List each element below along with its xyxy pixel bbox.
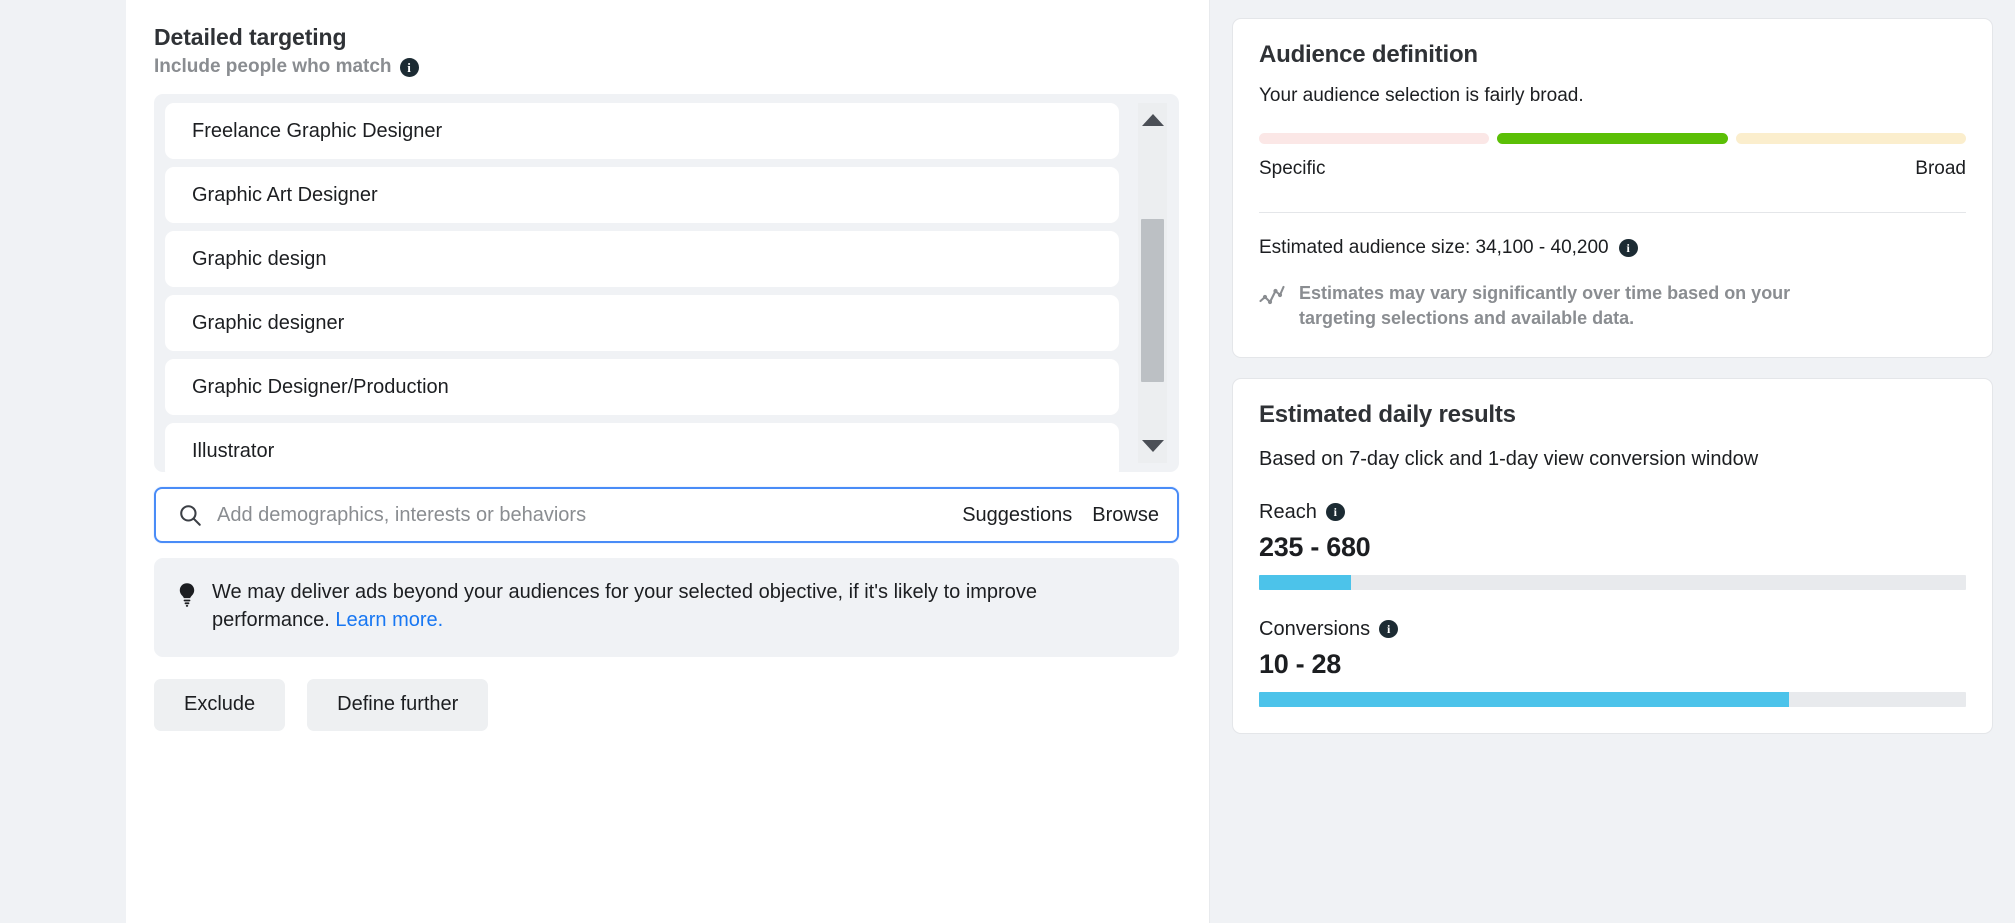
info-icon[interactable]: i xyxy=(399,57,419,77)
triangle-up-icon xyxy=(1141,114,1164,126)
page-title: Detailed targeting xyxy=(154,24,347,50)
reach-value: 235 - 680 xyxy=(1259,531,1371,562)
detailed-targeting-panel: Detailed targeting Include people who ma… xyxy=(126,0,1210,923)
estimated-daily-results-subtitle: Based on 7-day click and 1-day view conv… xyxy=(1259,447,1759,470)
conversions-label: Conversions xyxy=(1259,617,1371,640)
browse-button[interactable]: Browse xyxy=(1092,504,1159,527)
left-gutter xyxy=(0,0,126,923)
meter-segment-specific xyxy=(1259,133,1490,144)
estimated-daily-results-title: Estimated daily results xyxy=(1259,400,1516,428)
include-people-row: Include people who match i xyxy=(154,56,1179,78)
define-further-button[interactable]: Define further xyxy=(307,678,489,731)
scrollbar-track[interactable] xyxy=(1138,137,1167,429)
conversions-value: 10 - 28 xyxy=(1259,648,1341,679)
suggestions-scroll-area[interactable]: Freelance Graphic Designer Graphic Art D… xyxy=(165,103,1179,472)
list-item[interactable]: Graphic Designer/Production xyxy=(165,359,1119,415)
meter-segment-balanced xyxy=(1497,133,1728,144)
list-item-label: Freelance Graphic Designer xyxy=(192,119,443,142)
list-item[interactable]: Graphic design xyxy=(165,231,1119,287)
list-item-label: Graphic Designer/Production xyxy=(192,375,449,398)
targeting-search-field[interactable]: Add demographics, interests or behaviors… xyxy=(154,487,1179,543)
metric-label-reach: Reach i xyxy=(1259,501,1966,524)
audience-breadth-meter xyxy=(1259,133,1966,144)
reach-progress-fill xyxy=(1259,574,1351,590)
meter-labels: Specific Broad xyxy=(1259,158,1966,180)
lightbulb-icon xyxy=(176,578,198,635)
delivery-notice-banner: We may deliver ads beyond your audiences… xyxy=(154,558,1179,657)
list-item[interactable]: Graphic Art Designer xyxy=(165,167,1119,223)
meter-segment-broad xyxy=(1735,133,1966,144)
list-item[interactable]: Freelance Graphic Designer xyxy=(165,103,1119,159)
conversions-progress-bar xyxy=(1259,691,1966,707)
search-actions: Suggestions Browse xyxy=(962,504,1159,527)
scroll-up-arrow-icon[interactable] xyxy=(1138,103,1167,137)
reach-progress-bar xyxy=(1259,574,1966,590)
notice-text: We may deliver ads beyond your audiences… xyxy=(212,578,1155,635)
targeting-suggestions-list: Freelance Graphic Designer Graphic Art D… xyxy=(154,94,1179,472)
targeting-actions: Exclude Define further xyxy=(154,678,1179,731)
suggestions-button[interactable]: Suggestions xyxy=(962,504,1072,527)
estimated-audience-size-row: Estimated audience size: 34,100 - 40,200… xyxy=(1259,237,1966,259)
meter-label-specific: Specific xyxy=(1259,158,1326,179)
reach-label: Reach xyxy=(1259,500,1317,523)
learn-more-link[interactable]: Learn more. xyxy=(335,609,443,631)
exclude-button[interactable]: Exclude xyxy=(154,678,286,731)
include-people-label: Include people who match xyxy=(154,56,392,77)
audience-definition-card: Audience definition Your audience select… xyxy=(1232,18,1993,358)
list-item[interactable]: Illustrator xyxy=(165,423,1119,472)
variance-text: Estimates may vary significantly over ti… xyxy=(1299,283,1791,328)
right-sidebar: Audience definition Your audience select… xyxy=(1210,0,2015,923)
info-icon[interactable]: i xyxy=(1379,620,1399,639)
info-icon[interactable]: i xyxy=(1618,239,1638,257)
audience-definition-description: Your audience selection is fairly broad. xyxy=(1259,85,1584,106)
info-icon[interactable]: i xyxy=(1325,503,1345,522)
search-input[interactable]: Add demographics, interests or behaviors xyxy=(217,504,962,527)
list-item-label: Graphic design xyxy=(192,247,327,270)
list-item-label: Illustrator xyxy=(192,439,275,462)
triangle-down-icon xyxy=(1141,440,1164,452)
estimate-variance-note: Estimates may vary significantly over ti… xyxy=(1259,281,1966,331)
metric-label-conversions: Conversions i xyxy=(1259,618,1966,641)
conversions-progress-fill xyxy=(1259,691,1790,707)
estimated-daily-results-card: Estimated daily results Based on 7-day c… xyxy=(1232,377,1993,734)
list-item[interactable]: Graphic designer xyxy=(165,295,1119,351)
meter-label-broad: Broad xyxy=(1915,158,1966,179)
list-item-label: Graphic designer xyxy=(192,311,345,334)
scrollbar-thumb[interactable] xyxy=(1141,218,1164,383)
ads-manager-targeting-screen: Detailed targeting Include people who ma… xyxy=(0,0,2015,923)
line-chart-icon xyxy=(1259,281,1285,312)
suggestions-scrollbar[interactable] xyxy=(1138,103,1167,463)
scroll-down-arrow-icon[interactable] xyxy=(1138,429,1167,463)
card-divider xyxy=(1259,212,1966,213)
audience-definition-title: Audience definition xyxy=(1259,41,1478,68)
search-icon xyxy=(177,502,203,528)
estimated-audience-size-label: Estimated audience size: 34,100 - 40,200 xyxy=(1259,237,1609,258)
list-item-label: Graphic Art Designer xyxy=(192,183,378,206)
